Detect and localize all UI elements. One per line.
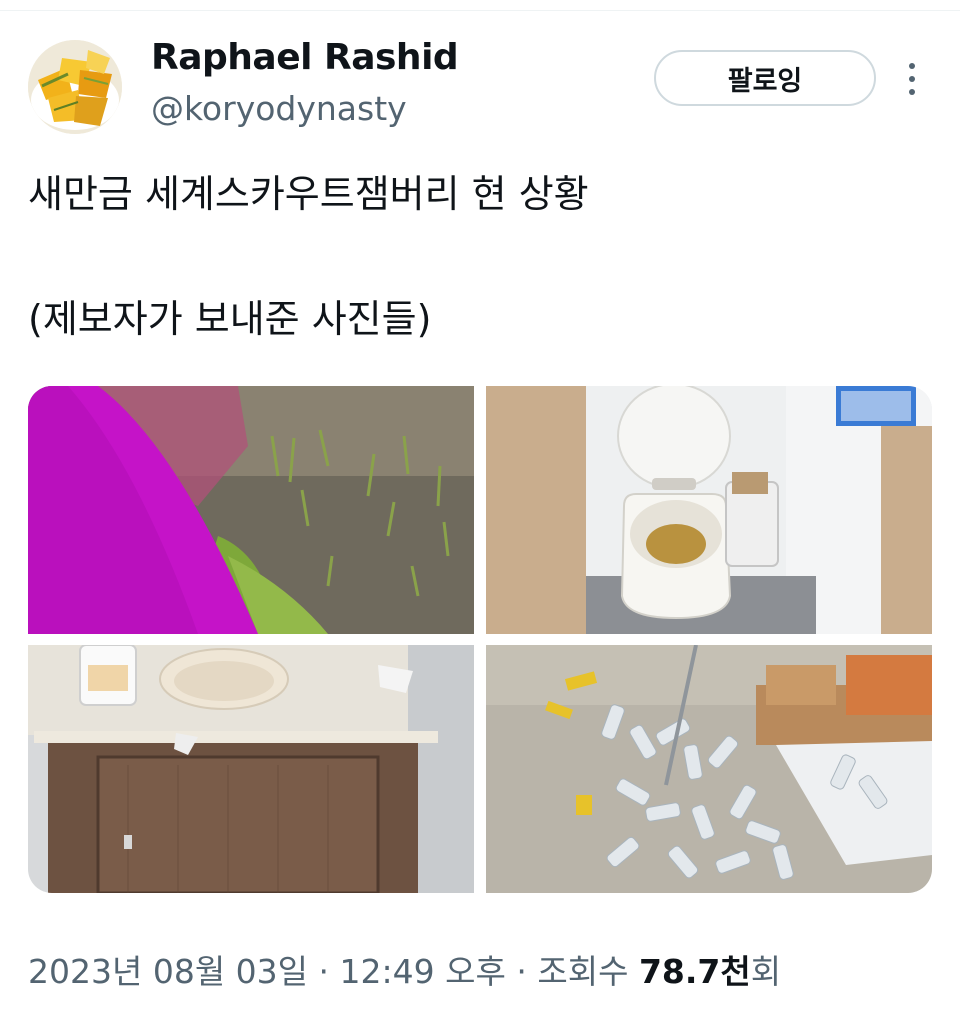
tweet-meta: 2023년 08월 03일 · 12:49 오후 · 조회수 78.7천회 [28,945,781,993]
more-dot [909,76,915,82]
author-avatar[interactable] [28,40,122,134]
photo-trash-pile[interactable] [486,645,932,893]
photo-dirty-sink[interactable] [28,645,474,893]
author-handle[interactable]: @koryodynasty [151,89,407,128]
media-grid [28,386,932,893]
views-count: 78.7천 [638,952,751,991]
tweet-text-line-1: 새만금 세계스카우트잼버리 현 상황 [28,172,589,216]
tweet-text-line-2: (제보자가 보내준 사진들) [28,297,432,341]
avatar-image [28,40,122,134]
more-dot [909,63,915,69]
more-dot [909,89,915,95]
tweet-date[interactable]: 2023년 08월 03일 [28,952,308,991]
author-display-name[interactable]: Raphael Rashid [151,37,459,78]
tweet-time[interactable]: 12:49 오후 [340,952,506,991]
meta-separator: · [318,952,330,991]
photo-dirty-toilet[interactable] [486,386,932,634]
views-suffix: 회 [750,952,782,991]
views-label: 조회수 [537,952,629,991]
top-divider [0,10,960,11]
more-vertical-icon[interactable] [898,58,926,100]
following-button[interactable]: 팔로잉 [654,50,876,106]
photo-flooded-field[interactable] [28,386,474,634]
meta-separator: · [516,952,527,991]
